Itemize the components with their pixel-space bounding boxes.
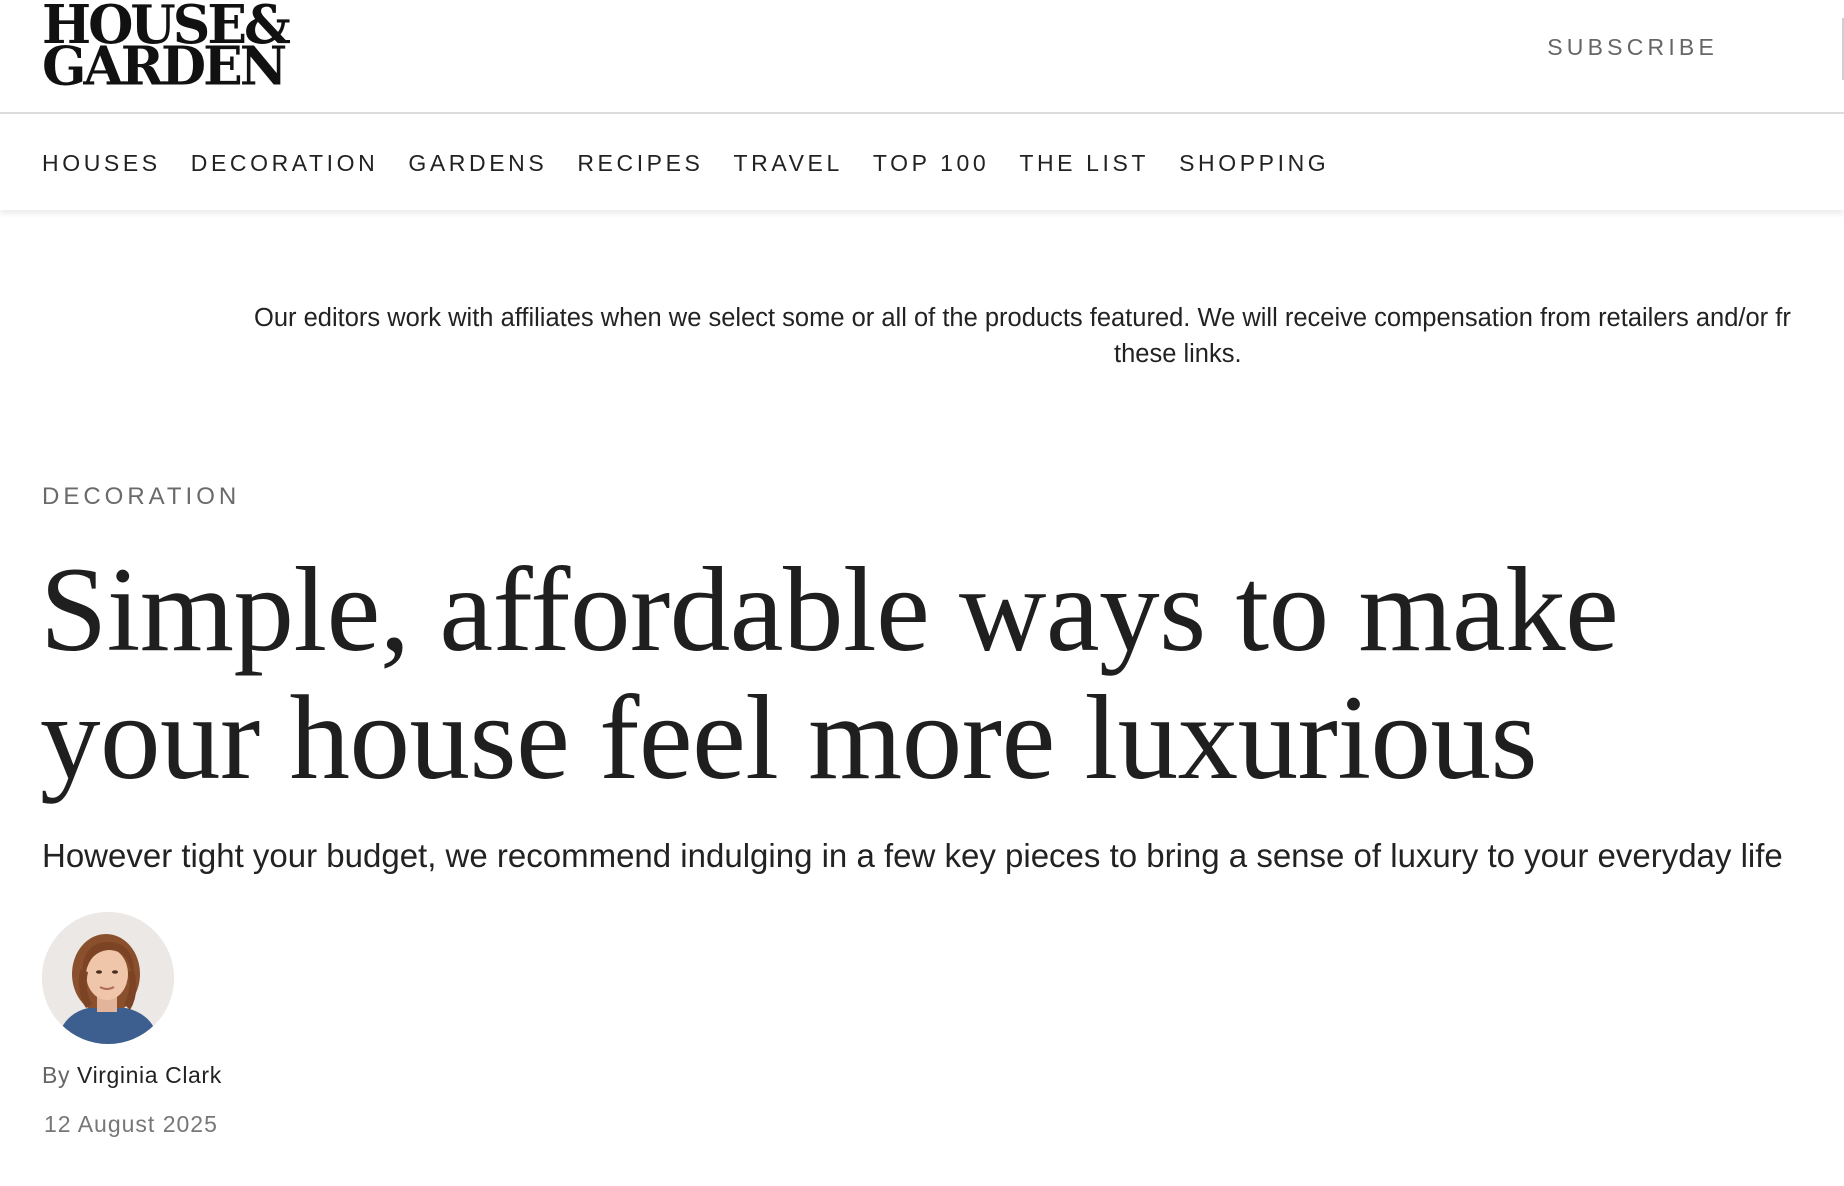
nav-item-recipes[interactable]: RECIPES <box>577 150 703 177</box>
main-navigation: HOUSES DECORATION GARDENS RECIPES TRAVEL… <box>0 116 1844 210</box>
nav-item-decoration[interactable]: DECORATION <box>191 150 379 177</box>
nav-item-shopping[interactable]: SHOPPING <box>1179 150 1329 177</box>
nav-item-houses[interactable]: HOUSES <box>42 150 161 177</box>
disclaimer-line-1: Our editors work with affiliates when we… <box>254 304 1791 332</box>
publish-date: 12 August 2025 <box>44 1111 218 1137</box>
article-headline: Simple, affordable ways to make your hou… <box>40 543 1619 805</box>
nav-item-the-list[interactable]: THE LIST <box>1019 150 1149 177</box>
author-name-link[interactable]: Virginia Clark <box>77 1062 222 1088</box>
logo-line-2: GARDEN <box>42 35 287 98</box>
author-portrait-image <box>42 912 174 1044</box>
author-avatar[interactable] <box>42 912 174 1044</box>
disclaimer-line-2: these links. <box>1114 340 1242 368</box>
nav-list: HOUSES DECORATION GARDENS RECIPES TRAVEL… <box>0 116 1844 210</box>
article-dek: However tight your budget, we recommend … <box>42 837 1783 874</box>
category-link[interactable]: DECORATION <box>42 483 240 511</box>
byline: By Virginia Clark <box>42 1062 222 1089</box>
affiliate-disclaimer: Our editors work with affiliates when we… <box>254 300 1844 372</box>
byline-prefix: By <box>42 1062 71 1088</box>
site-header: HOUSE& GARDEN SUBSCRIBE <box>0 0 1844 114</box>
subscribe-link[interactable]: SUBSCRIBE <box>1547 34 1718 61</box>
nav-item-gardens[interactable]: GARDENS <box>408 150 547 177</box>
nav-item-travel[interactable]: TRAVEL <box>734 150 843 177</box>
nav-item-top-100[interactable]: TOP 100 <box>873 150 989 177</box>
site-logo[interactable]: HOUSE& GARDEN <box>42 0 291 98</box>
